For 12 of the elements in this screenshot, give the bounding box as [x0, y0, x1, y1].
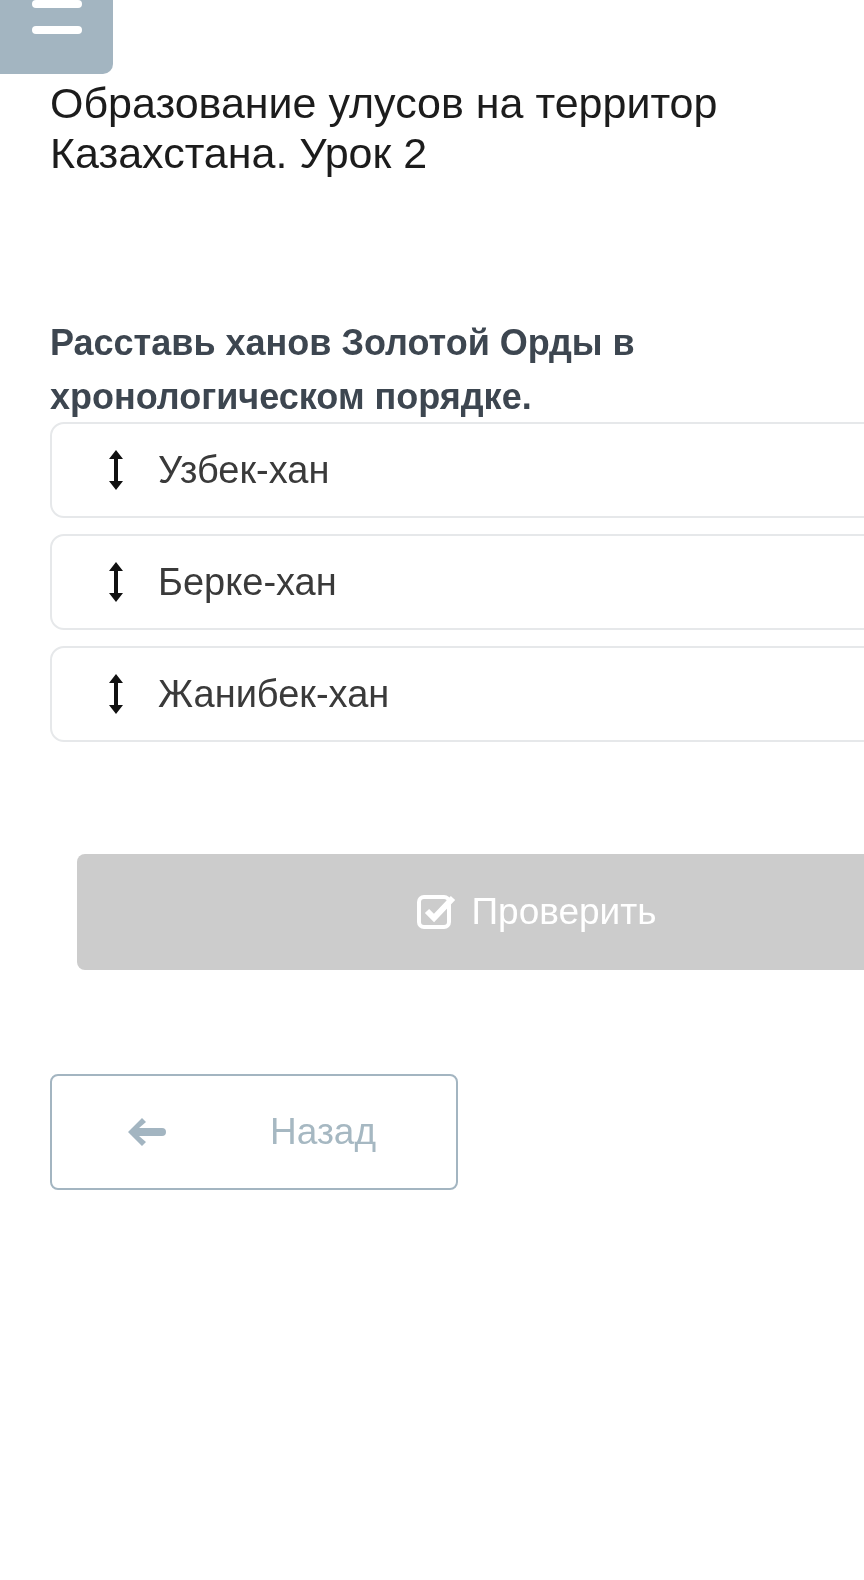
question-text: Расставь ханов Золотой Орды в хронологическом порядке.	[50, 321, 636, 419]
lesson-title: Казахстана. Урок 2	[50, 129, 428, 177]
lesson-title: Образование улусов на территор	[50, 79, 718, 127]
arrow-left-icon	[126, 1116, 166, 1148]
checkbox-icon	[417, 893, 458, 931]
sortable-item[interactable]: Узбек-хан	[50, 422, 864, 518]
drag-icon	[108, 673, 124, 715]
drag-icon	[108, 449, 124, 491]
menu-button[interactable]	[0, 0, 113, 74]
sortable-item[interactable]: Берке-хан	[50, 534, 864, 630]
sortable-item[interactable]: Жанибек-хан	[50, 646, 864, 742]
drag-icon	[108, 561, 124, 603]
